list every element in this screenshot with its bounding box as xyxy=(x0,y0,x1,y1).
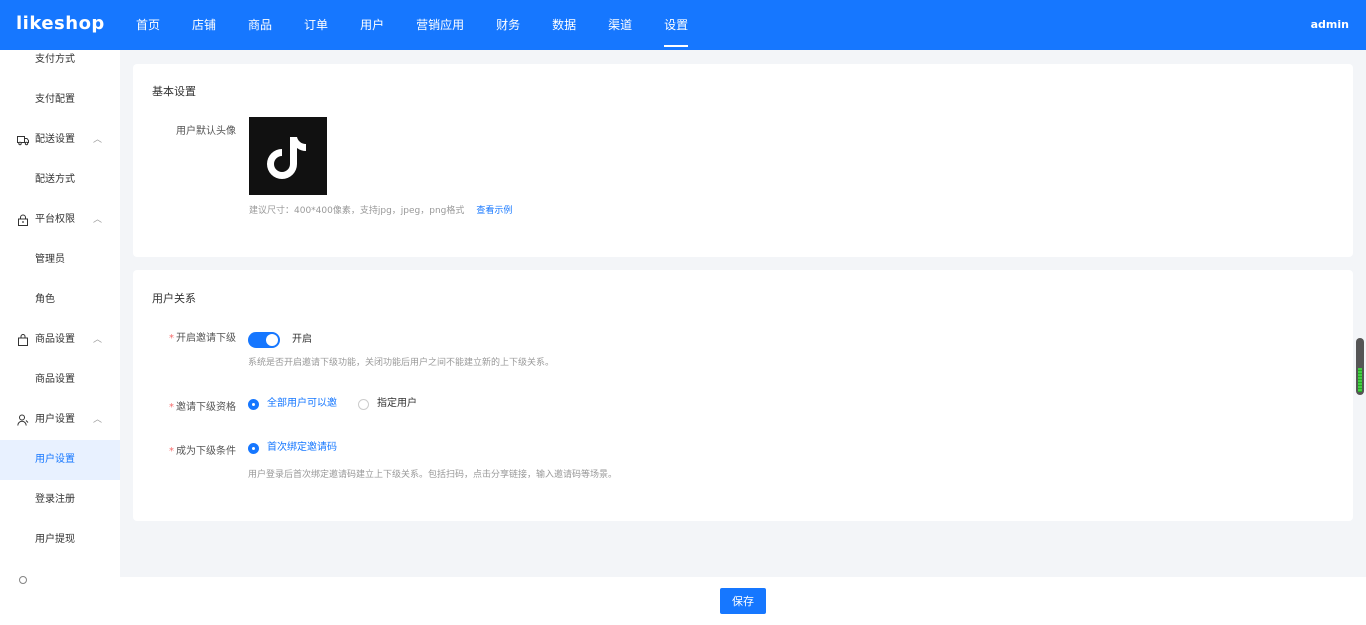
nav-shop[interactable]: 店铺 xyxy=(181,0,227,50)
top-header: likeshop 首页 店铺 商品 订单 用户 营销应用 财务 数据 渠道 设置… xyxy=(0,0,1366,50)
radio-dot xyxy=(248,442,259,454)
nav-users[interactable]: 用户 xyxy=(349,0,395,50)
nav-settings[interactable]: 设置 xyxy=(653,0,699,50)
invite-label: * 开启邀请下级 xyxy=(169,333,236,344)
nav-channels[interactable]: 渠道 xyxy=(597,0,643,50)
app-logo: likeshop xyxy=(16,13,105,34)
sidebar-item-admins[interactable]: 管理员 xyxy=(0,240,120,280)
switch-knob xyxy=(266,334,278,346)
nav-finance[interactable]: 财务 xyxy=(485,0,531,50)
condition-hint: 用户登录后首次绑定邀请码建立上下级关系。包括扫码，点击分享链接，输入邀请码等场景… xyxy=(248,470,618,480)
chevron-up-icon: ︿ xyxy=(93,415,103,425)
chevron-up-icon: ︿ xyxy=(93,215,103,225)
sidebar-item-goods-settings[interactable]: 商品设置 xyxy=(0,360,120,400)
radio-dot xyxy=(358,398,369,410)
nav-orders[interactable]: 订单 xyxy=(293,0,339,50)
tiktok-icon xyxy=(267,137,306,179)
sidebar-item-login-register[interactable]: 登录注册 xyxy=(0,480,120,520)
radio-label: 全部用户可以邀 xyxy=(267,398,337,409)
bag-icon xyxy=(18,334,28,346)
radio-label: 首次绑定邀请码 xyxy=(267,442,337,453)
radio-specific-users[interactable]: 指定用户 xyxy=(358,397,417,411)
basic-settings-card: 基本设置 用户默认头像 建议尺寸：400*400像素，支持jpg，jpeg，pn… xyxy=(133,64,1353,257)
user-menu[interactable]: admin xyxy=(1311,0,1349,50)
sidebar-item-delivery-methods[interactable]: 配送方式 xyxy=(0,160,120,200)
default-avatar[interactable] xyxy=(249,117,327,195)
nav-home[interactable]: 首页 xyxy=(125,0,171,50)
nav-goods[interactable]: 商品 xyxy=(237,0,283,50)
user-icon xyxy=(17,414,29,426)
nav-data[interactable]: 数据 xyxy=(541,0,587,50)
view-example-link[interactable]: 查看示例 xyxy=(476,206,512,216)
sidebar-item-user-settings[interactable]: 用户设置 xyxy=(0,440,120,480)
top-nav: 首页 店铺 商品 订单 用户 营销应用 财务 数据 渠道 设置 xyxy=(125,0,709,50)
footer-bar: 保存 xyxy=(120,577,1366,625)
radio-all-users[interactable]: 全部用户可以邀 xyxy=(248,397,337,411)
qualification-label: * 邀请下级资格 xyxy=(169,402,236,413)
sidebar: 支付方式 支付配置 配送设置 ︿ 配送方式 平台权限 ︿ 管理员 角色 商品设置… xyxy=(0,50,120,625)
sidebar-group-more[interactable] xyxy=(0,560,120,600)
chevron-up-icon: ︿ xyxy=(93,335,103,345)
sidebar-item-roles[interactable]: 角色 xyxy=(0,280,120,320)
invite-label-text: 开启邀请下级 xyxy=(176,333,236,344)
radio-first-bind[interactable]: 首次绑定邀请码 xyxy=(248,441,337,455)
condition-label: * 成为下级条件 xyxy=(169,446,236,457)
invite-hint: 系统是否开启邀请下级功能，关闭功能后用户之间不能建立新的上下级关系。 xyxy=(248,358,555,368)
invite-switch[interactable] xyxy=(248,332,280,348)
radio-dot xyxy=(248,398,259,410)
scrollbar-thumb[interactable] xyxy=(1356,338,1364,395)
sidebar-group-permissions[interactable]: 平台权限 ︿ xyxy=(0,200,120,240)
user-relation-card: 用户关系 * 开启邀请下级 开启 系统是否开启邀请下级功能，关闭功能后用户之间不能… xyxy=(133,270,1353,521)
save-button[interactable]: 保存 xyxy=(720,588,766,614)
chevron-up-icon: ︿ xyxy=(93,135,103,145)
gear-icon xyxy=(19,576,27,584)
sidebar-item-payment-methods[interactable]: 支付方式 xyxy=(0,50,120,80)
avatar-label: 用户默认头像 xyxy=(176,126,236,137)
sidebar-item-payment-config[interactable]: 支付配置 xyxy=(0,80,120,120)
qualification-label-text: 邀请下级资格 xyxy=(176,402,236,413)
condition-label-text: 成为下级条件 xyxy=(176,446,236,457)
radio-label: 指定用户 xyxy=(377,398,417,409)
card-title: 基本设置 xyxy=(152,85,196,98)
card-title: 用户关系 xyxy=(152,292,196,305)
lock-icon xyxy=(18,214,28,226)
sidebar-item-withdraw[interactable]: 用户提现 xyxy=(0,520,120,560)
invite-switch-text: 开启 xyxy=(292,334,312,345)
sidebar-group-label: 平台权限 xyxy=(35,214,75,225)
sidebar-group-label: 商品设置 xyxy=(35,334,75,345)
sidebar-group-label: 用户设置 xyxy=(35,414,75,425)
scroll-indicator xyxy=(1358,368,1362,392)
sidebar-group-delivery[interactable]: 配送设置 ︿ xyxy=(0,120,120,160)
sidebar-group-goods[interactable]: 商品设置 ︿ xyxy=(0,320,120,360)
avatar-hint-text: 建议尺寸：400*400像素，支持jpg，jpeg，png格式 xyxy=(249,206,465,216)
avatar-hint: 建议尺寸：400*400像素，支持jpg，jpeg，png格式 查看示例 xyxy=(249,203,512,216)
sidebar-group-users[interactable]: 用户设置 ︿ xyxy=(0,400,120,440)
truck-icon xyxy=(17,136,29,146)
nav-marketing[interactable]: 营销应用 xyxy=(405,0,475,50)
sidebar-group-label: 配送设置 xyxy=(35,134,75,145)
